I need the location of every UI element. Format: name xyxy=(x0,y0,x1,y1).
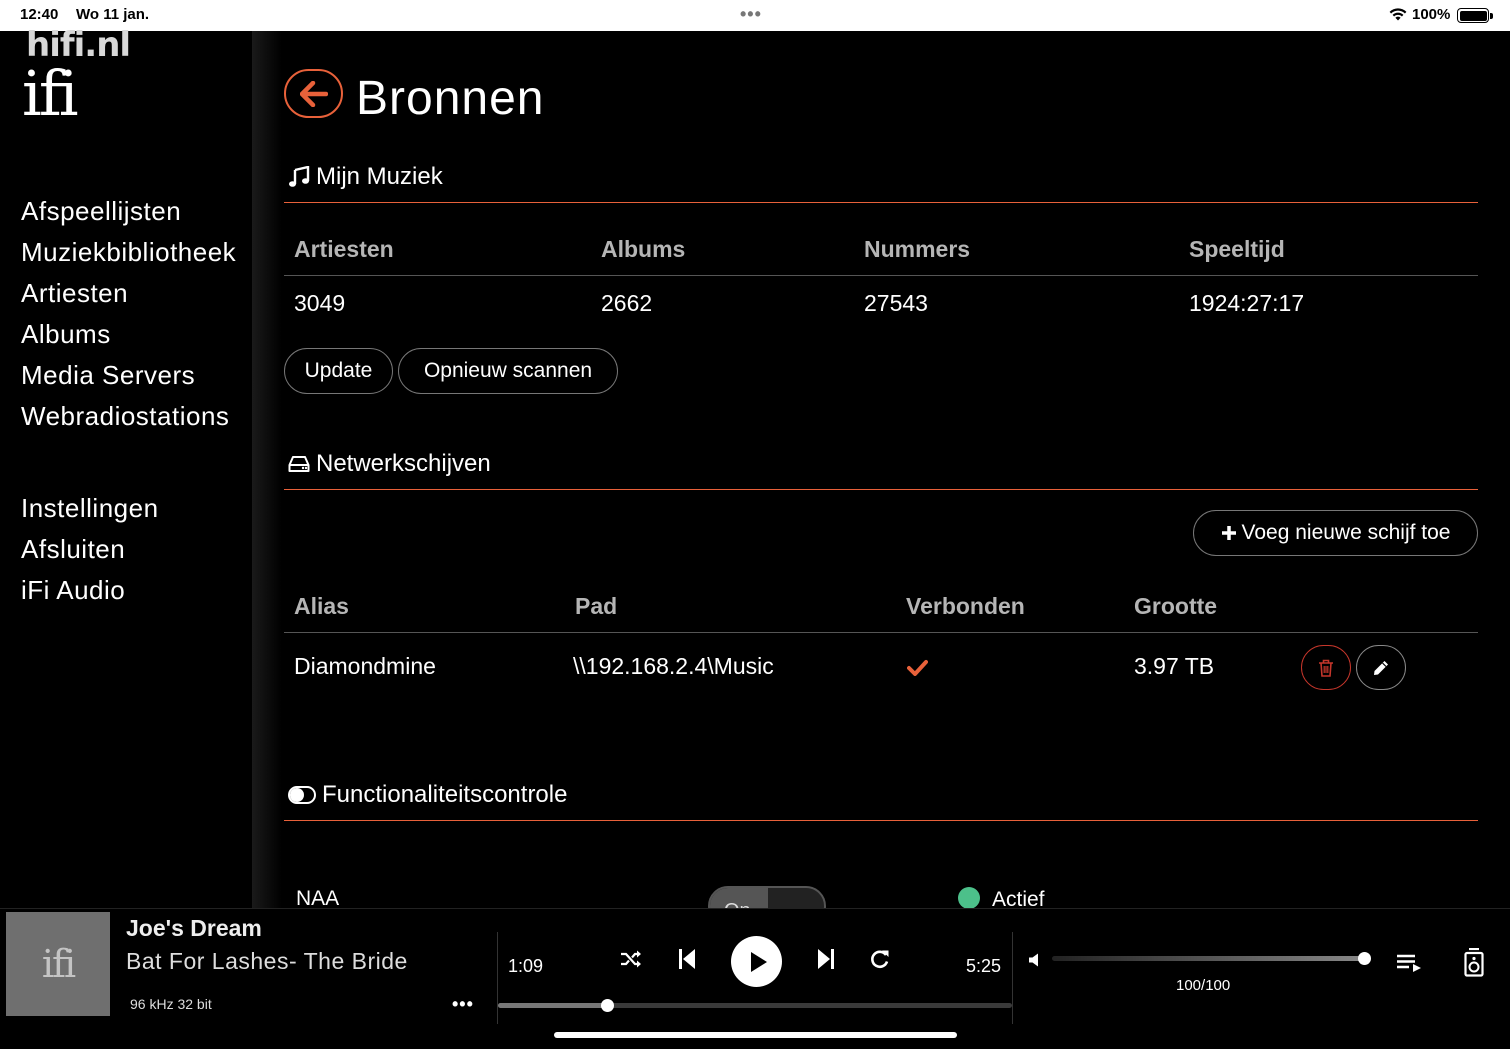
naa-toggle-on-label: On xyxy=(710,888,768,908)
arrow-left-icon xyxy=(300,81,328,107)
sidebar-item-instellingen[interactable]: Instellingen xyxy=(21,493,159,524)
sidebar: ifi hifi.nl Afspeellijsten Muziekbibliot… xyxy=(0,25,282,908)
divider xyxy=(284,632,1478,633)
divider xyxy=(284,275,1478,276)
play-icon xyxy=(751,952,767,972)
wifi-icon xyxy=(1389,8,1407,21)
stat-speeltijd-value: 1924:27:17 xyxy=(1189,290,1305,316)
naa-label: NAA xyxy=(296,887,340,908)
stat-albums-value: 2662 xyxy=(601,290,653,316)
section-network-drives-heading: Netwerkschijven xyxy=(288,450,491,478)
sidebar-item-afspeellijsten[interactable]: Afspeellijsten xyxy=(21,196,181,227)
stat-artiesten-value: 3049 xyxy=(294,290,346,316)
track-title: Joe's Dream xyxy=(126,915,262,941)
drive-size: 3.97 TB xyxy=(1134,653,1215,679)
ifi-logo[interactable]: ifi xyxy=(22,57,79,130)
update-button[interactable]: Update xyxy=(284,348,393,394)
divider xyxy=(1012,932,1013,1024)
section-network-drives-title: Netwerkschijven xyxy=(316,450,491,477)
sidebar-item-media-servers[interactable]: Media Servers xyxy=(21,360,195,391)
player-bar: ifi Joe's Dream Bat For Lashes- The Brid… xyxy=(0,908,1510,1024)
volume-slider[interactable] xyxy=(1052,952,1371,965)
delete-drive-button[interactable] xyxy=(1301,645,1351,690)
elapsed-time: 1:09 xyxy=(508,956,544,976)
drive-path: \\192.168.2.4\Music xyxy=(573,653,774,679)
battery-icon xyxy=(1457,8,1493,23)
col-header-albums: Albums xyxy=(601,236,686,262)
seek-progress xyxy=(498,1003,607,1008)
speaker-icon[interactable] xyxy=(1464,948,1484,977)
trash-icon xyxy=(1319,659,1333,677)
multitasking-dots-icon[interactable]: ••• xyxy=(740,4,762,25)
section-functionality-heading: Functionaliteitscontrole xyxy=(288,781,567,809)
section-my-music-title: Mijn Muziek xyxy=(316,163,443,190)
shuffle-icon[interactable] xyxy=(620,949,642,969)
page-title: Bronnen xyxy=(356,72,545,125)
album-art[interactable]: ifi xyxy=(6,912,110,1016)
plus-icon xyxy=(1221,526,1236,540)
col-header-nummers: Nummers xyxy=(864,236,971,262)
toggle-icon xyxy=(288,786,316,804)
col-header-speeltijd: Speeltijd xyxy=(1189,236,1285,262)
col-header-pad: Pad xyxy=(575,593,618,619)
track-format: 96 kHz 32 bit xyxy=(130,996,212,1012)
sidebar-item-artiesten[interactable]: Artiesten xyxy=(21,278,128,309)
seek-handle[interactable] xyxy=(600,999,614,1012)
volume-icon[interactable] xyxy=(1028,953,1040,967)
back-button[interactable] xyxy=(284,69,343,118)
divider xyxy=(497,932,498,1024)
col-header-artiesten: Artiesten xyxy=(294,236,394,262)
next-track-icon[interactable] xyxy=(817,948,835,970)
more-options-button[interactable]: ••• xyxy=(452,994,474,1015)
seek-bar[interactable] xyxy=(498,999,1012,1012)
music-note-icon xyxy=(289,166,310,187)
stat-nummers-value: 27543 xyxy=(864,290,928,316)
sidebar-item-muziekbibliotheek[interactable]: Muziekbibliotheek xyxy=(21,237,236,268)
volume-value: 100/100 xyxy=(1176,977,1231,994)
sidebar-item-albums[interactable]: Albums xyxy=(21,319,111,350)
col-header-grootte: Grootte xyxy=(1134,593,1218,619)
battery-percent: 100% xyxy=(1412,6,1451,23)
home-indicator[interactable] xyxy=(554,1032,957,1038)
divider xyxy=(284,202,1478,203)
section-my-music-heading: Mijn Muziek xyxy=(288,163,443,191)
add-drive-button[interactable]: Voeg nieuwe schijf toe xyxy=(1193,510,1478,556)
sidebar-item-ifi-audio[interactable]: iFi Audio xyxy=(21,575,125,606)
rescan-button[interactable]: Opnieuw scannen xyxy=(398,348,618,394)
status-time: 12:40 xyxy=(20,6,59,23)
section-functionality-title: Functionaliteitscontrole xyxy=(322,781,568,808)
status-bar: 12:40 Wo 11 jan. ••• 100% xyxy=(0,0,1510,31)
divider xyxy=(284,489,1478,490)
repeat-icon[interactable] xyxy=(869,949,890,970)
pencil-icon xyxy=(1374,660,1388,675)
add-drive-label: Voeg nieuwe schijf toe xyxy=(1241,521,1451,544)
sidebar-item-webradiostations[interactable]: Webradiostations xyxy=(21,401,229,432)
queue-icon[interactable] xyxy=(1396,954,1422,972)
naa-toggle[interactable]: On xyxy=(708,886,826,908)
watermark: hifi.nl xyxy=(26,25,131,65)
status-dot xyxy=(958,887,980,908)
hard-drive-icon xyxy=(288,456,310,472)
naa-status: Actief xyxy=(992,888,1045,908)
volume-handle[interactable] xyxy=(1358,952,1371,965)
play-button[interactable] xyxy=(731,936,782,987)
previous-track-icon[interactable] xyxy=(678,948,696,970)
col-header-alias: Alias xyxy=(294,593,349,619)
sidebar-item-afsluiten[interactable]: Afsluiten xyxy=(21,534,125,565)
col-header-verbonden: Verbonden xyxy=(906,593,1025,619)
drive-alias: Diamondmine xyxy=(294,653,436,679)
edit-drive-button[interactable] xyxy=(1356,645,1406,690)
track-artist: Bat For Lashes- The Bride xyxy=(126,948,408,974)
main-content: Bronnen Mijn Muziek Artiesten Albums Num… xyxy=(282,31,1478,908)
total-duration: 5:25 xyxy=(966,956,1002,976)
divider xyxy=(284,820,1478,821)
status-date: Wo 11 jan. xyxy=(76,6,150,23)
check-icon xyxy=(907,660,928,676)
